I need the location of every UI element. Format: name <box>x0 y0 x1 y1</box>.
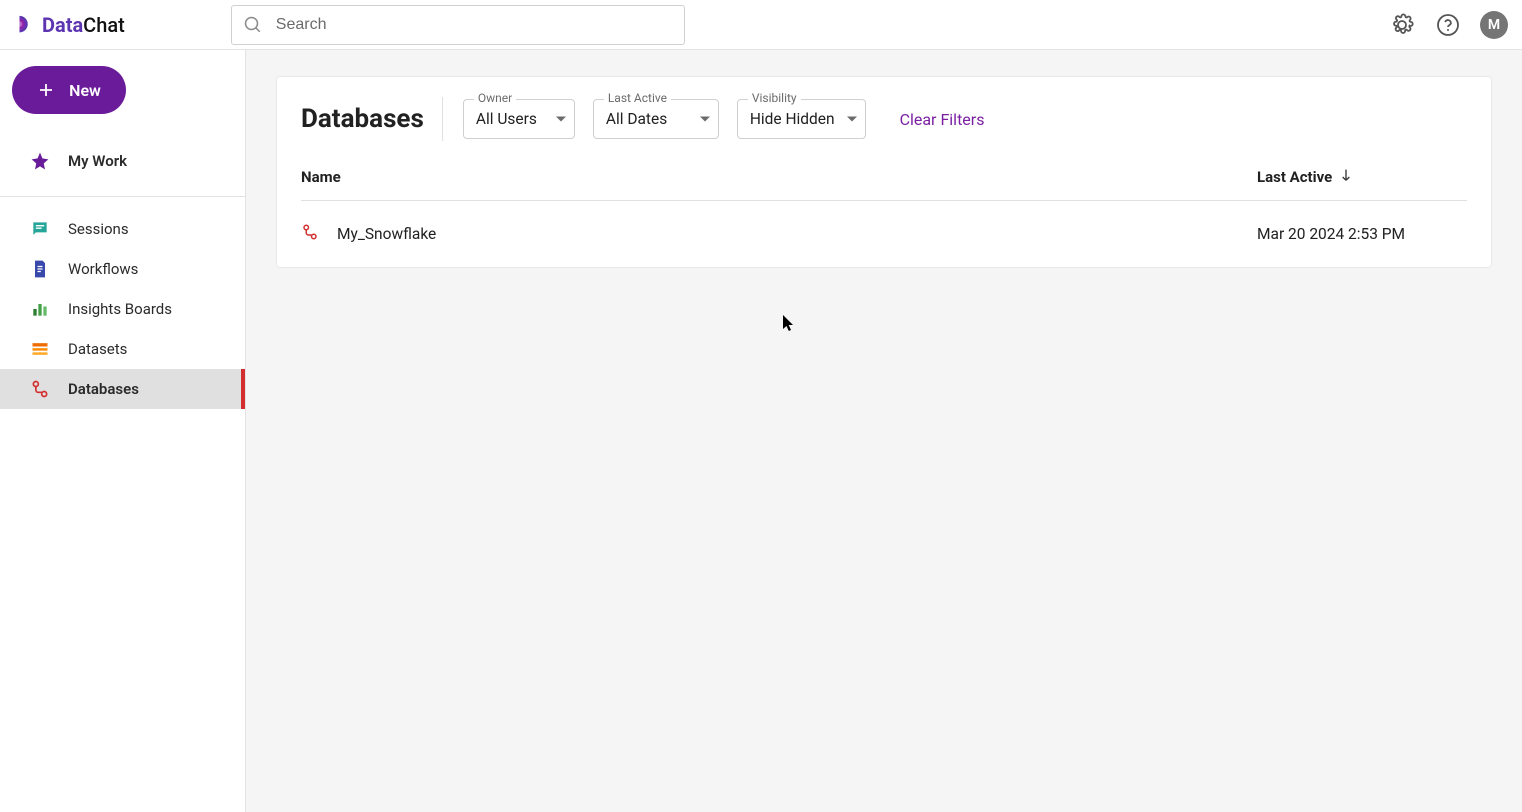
bar-chart-icon <box>30 299 50 319</box>
search-input[interactable] <box>274 15 672 35</box>
brand-part1: Data <box>42 13 83 37</box>
chevron-down-icon <box>847 117 857 122</box>
avatar[interactable]: M <box>1480 11 1508 39</box>
sidebar-item-datasets[interactable]: Datasets <box>0 329 245 369</box>
filter-value: All Dates <box>606 110 667 128</box>
database-icon <box>301 223 319 245</box>
databases-table: Name Last Active <box>277 153 1491 267</box>
table-row[interactable]: My_Snowflake Mar 20 2024 2:53 PM <box>301 201 1467 267</box>
sidebar-item-label: Insights Boards <box>68 300 172 318</box>
top-bar: DataChat M <box>0 0 1522 50</box>
page-title: Databases <box>301 104 424 134</box>
main-content: Databases Owner All Users Last Active Al… <box>246 50 1522 812</box>
sidebar-item-label: Workflows <box>68 260 138 278</box>
new-button-label: New <box>69 81 101 100</box>
filter-label: Owner <box>474 91 516 105</box>
database-icon <box>30 379 50 399</box>
filter-label: Visibility <box>748 91 801 105</box>
table-icon <box>30 339 50 359</box>
logo-icon <box>14 14 36 36</box>
help-icon <box>1436 13 1460 37</box>
col-header-name[interactable]: Name <box>301 168 1257 186</box>
chat-icon <box>30 219 50 239</box>
title-divider <box>442 97 443 141</box>
sidebar-item-databases[interactable]: Databases <box>0 369 245 409</box>
chevron-down-icon <box>556 117 566 122</box>
gear-icon <box>1390 13 1414 37</box>
settings-button[interactable] <box>1388 11 1416 39</box>
star-icon <box>30 151 50 171</box>
filter-label: Last Active <box>604 91 671 105</box>
filter-value: All Users <box>476 110 537 128</box>
filter-value: Hide Hidden <box>750 110 835 128</box>
table-header: Name Last Active <box>301 153 1467 201</box>
help-button[interactable] <box>1434 11 1462 39</box>
search-icon <box>244 16 262 34</box>
chevron-down-icon <box>700 117 710 122</box>
sidebar-item-sessions[interactable]: Sessions <box>0 209 245 249</box>
sidebar-separator <box>0 196 245 197</box>
row-name: My_Snowflake <box>337 225 436 243</box>
filter-last-active[interactable]: Last Active All Dates <box>593 99 719 139</box>
sort-desc-icon <box>1338 167 1354 187</box>
sidebar-item-label: My Work <box>68 152 127 170</box>
sidebar-item-label: Datasets <box>68 340 127 358</box>
databases-card: Databases Owner All Users Last Active Al… <box>276 76 1492 268</box>
row-last-active: Mar 20 2024 2:53 PM <box>1257 225 1405 243</box>
document-icon <box>30 259 50 279</box>
brand-logo[interactable]: DataChat <box>14 13 125 37</box>
col-header-last-active[interactable]: Last Active <box>1257 167 1467 187</box>
col-header-label: Last Active <box>1257 168 1332 186</box>
sidebar-item-label: Sessions <box>68 220 129 238</box>
sidebar-item-label: Databases <box>68 380 139 398</box>
new-button[interactable]: New <box>12 66 126 114</box>
brand-part2: Chat <box>83 13 125 37</box>
filter-owner[interactable]: Owner All Users <box>463 99 575 139</box>
plus-icon <box>37 81 55 99</box>
sidebar-item-workflows[interactable]: Workflows <box>0 249 245 289</box>
search-box[interactable] <box>231 5 685 45</box>
card-header: Databases Owner All Users Last Active Al… <box>277 77 1491 153</box>
filter-visibility[interactable]: Visibility Hide Hidden <box>737 99 866 139</box>
clear-filters-link[interactable]: Clear Filters <box>900 110 985 129</box>
avatar-initial: M <box>1488 17 1500 33</box>
sidebar-item-mywork[interactable]: My Work <box>0 140 245 182</box>
sidebar-item-insights[interactable]: Insights Boards <box>0 289 245 329</box>
sidebar: New My Work Sessions Workflows <box>0 50 246 812</box>
col-header-label: Name <box>301 168 341 186</box>
